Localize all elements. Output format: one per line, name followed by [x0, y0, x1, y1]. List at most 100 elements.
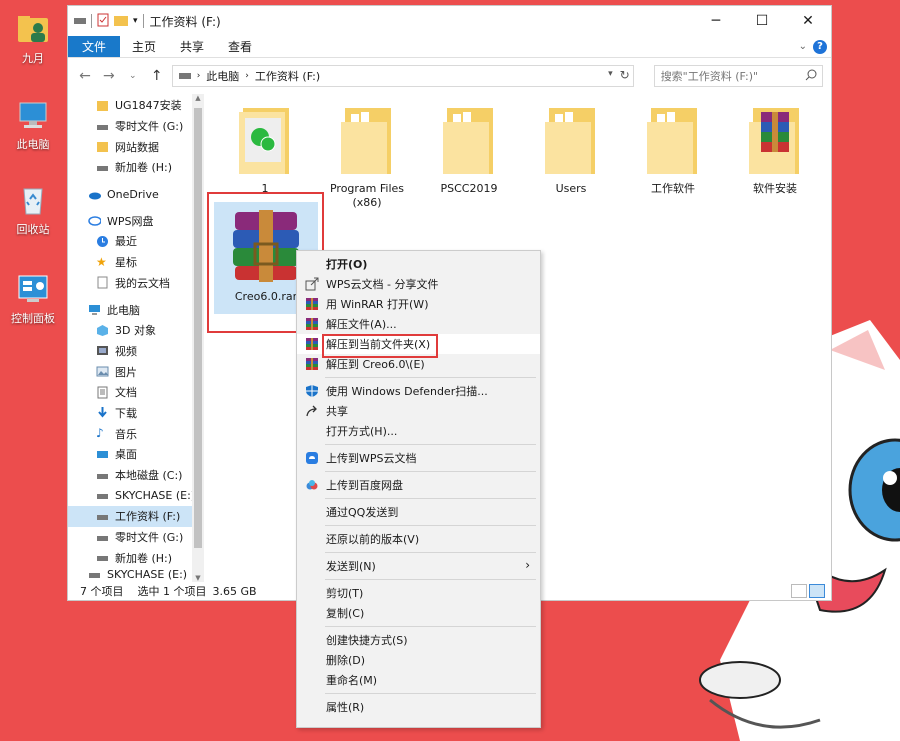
context-menu-item[interactable]: 重命名(M)	[297, 670, 540, 690]
nav-item-drive-f[interactable]: 工作资料 (F:)	[68, 506, 204, 527]
refresh-icon[interactable]: ↻	[620, 68, 630, 82]
nav-item-label: 图片	[115, 365, 137, 379]
nav-item-pictures[interactable]: 图片	[68, 361, 204, 382]
nav-item-drive-g-2[interactable]: 零时文件 (G:)	[68, 527, 204, 548]
context-menu-item[interactable]: 上传到WPS云文档	[297, 448, 540, 468]
back-button[interactable]: ←	[76, 68, 94, 84]
file-tile[interactable]: 工作软件	[630, 104, 716, 196]
cloud-icon	[89, 192, 101, 200]
file-tile[interactable]: 软件安装	[732, 104, 818, 196]
maximize-button[interactable]: ☐	[739, 6, 785, 36]
folder-icon	[643, 104, 703, 178]
desktop-icon-this-pc[interactable]: 此电脑	[4, 98, 62, 152]
context-menu-item[interactable]: 使用 Windows Defender扫描...	[297, 381, 540, 401]
context-menu-item[interactable]: 解压文件(A)...	[297, 314, 540, 334]
nav-item-wps-cloud[interactable]: WPS网盘	[68, 210, 204, 231]
breadcrumb-current-drive[interactable]: 工作资料 (F:)	[255, 68, 320, 84]
context-menu-item[interactable]: 共享	[297, 401, 540, 421]
nav-item-drive-e-2[interactable]: SKYCHASE (E:)	[68, 568, 204, 580]
nav-item-my-cloud-docs[interactable]: 我的云文档	[68, 273, 204, 294]
nav-item-drive-h-2[interactable]: 新加卷 (H:)	[68, 547, 204, 568]
context-menu-item[interactable]: 创建快捷方式(S)	[297, 630, 540, 650]
desktop-icon-control-panel[interactable]: 控制面板	[4, 272, 62, 326]
menu-item-label: 解压到 Creo6.0\(E)	[326, 358, 425, 371]
tab-file[interactable]: 文件	[68, 36, 121, 57]
recycle-bin-icon	[16, 183, 50, 217]
menu-separator	[325, 552, 536, 553]
tab-home[interactable]: 主页	[120, 36, 168, 57]
up-button[interactable]: ↑	[148, 68, 166, 84]
context-menu-item[interactable]: 还原以前的版本(V)	[297, 529, 540, 549]
nav-item-drive-g[interactable]: 零时文件 (G:)	[68, 116, 204, 137]
context-menu-item[interactable]: 通过QQ发送到	[297, 502, 540, 522]
context-menu-item[interactable]: WPS云文档 - 分享文件	[297, 274, 540, 294]
desktop-icon-label: 控制面板	[11, 312, 55, 325]
recent-locations-button[interactable]: ⌄	[124, 71, 142, 81]
context-menu-item[interactable]: 剪切(T)	[297, 583, 540, 603]
context-menu-item[interactable]: 上传到百度网盘	[297, 475, 540, 495]
tab-view[interactable]: 查看	[216, 36, 264, 57]
nav-item-desktop[interactable]: 桌面	[68, 444, 204, 465]
nav-item-videos[interactable]: 视频	[68, 341, 204, 362]
breadcrumb-this-pc[interactable]: 此电脑	[206, 68, 239, 84]
help-icon[interactable]: ?	[813, 39, 827, 54]
chevron-down-icon[interactable]: ⌄	[799, 41, 807, 52]
forward-button[interactable]: →	[100, 68, 118, 84]
context-menu-item[interactable]: 删除(D)	[297, 650, 540, 670]
breadcrumb-separator: ›	[245, 71, 249, 81]
nav-item-website-data[interactable]: 网站数据	[68, 136, 204, 157]
nav-item-ug1847[interactable]: UG1847安装	[68, 95, 204, 116]
nav-item-3d-objects[interactable]: 3D 对象	[68, 320, 204, 341]
menu-item-label: 剪切(T)	[326, 587, 364, 600]
desktop-icon-recycle-bin[interactable]: 回收站	[4, 183, 62, 237]
context-menu-item[interactable]: 打开(O)	[297, 254, 540, 274]
menu-item-label: 通过QQ发送到	[326, 506, 399, 519]
folder-icon	[337, 104, 397, 178]
large-icons-view-button[interactable]	[809, 584, 825, 598]
nav-item-starred[interactable]: ★ 星标	[68, 252, 204, 273]
chevron-down-icon[interactable]: ▾	[133, 16, 138, 26]
nav-item-recent[interactable]: 最近	[68, 231, 204, 252]
context-menu-item[interactable]: 属性(R)	[297, 697, 540, 717]
chevron-down-icon[interactable]: ▾	[608, 69, 613, 79]
context-menu-item[interactable]: 用 WinRAR 打开(W)	[297, 294, 540, 314]
nav-item-drive-c[interactable]: 本地磁盘 (C:)	[68, 465, 204, 486]
new-folder-icon[interactable]	[114, 14, 128, 29]
nav-item-label: 网站数据	[115, 140, 159, 154]
nav-item-this-pc[interactable]: 此电脑	[68, 299, 204, 320]
nav-item-documents[interactable]: 文档	[68, 382, 204, 403]
tab-share[interactable]: 共享	[168, 36, 216, 57]
context-menu-item[interactable]: 复制(C)	[297, 603, 540, 623]
pictures-icon	[96, 366, 109, 377]
menu-separator	[325, 377, 536, 378]
context-menu: 打开(O) WPS云文档 - 分享文件用 WinRAR 打开(W) 解压文件(A).…	[296, 250, 541, 728]
search-input[interactable]: 搜索"工作资料 (F:)"	[653, 65, 823, 87]
desktop-icon-label: 回收站	[16, 223, 50, 236]
folder-icon	[97, 142, 108, 153]
nav-item-label: 文档	[115, 386, 137, 400]
context-menu-item[interactable]: 发送到(N) ›	[297, 556, 540, 576]
file-tile[interactable]: 1	[222, 104, 308, 196]
minimize-button[interactable]: ─	[693, 6, 739, 36]
menu-separator	[325, 579, 536, 580]
nav-item-downloads[interactable]: 下载	[68, 403, 204, 424]
context-menu-item[interactable]: 打开方式(H)...	[297, 421, 540, 441]
nav-item-drive-e[interactable]: SKYCHASE (E:)	[68, 485, 204, 506]
file-tile[interactable]: PSCC2019	[426, 104, 512, 196]
nav-item-drive-h[interactable]: 新加卷 (H:)	[68, 157, 204, 178]
details-view-button[interactable]	[791, 584, 807, 598]
address-bar[interactable]: › 此电脑 › 工作资料 (F:) ▾ ↻	[171, 65, 634, 87]
desktop-icon-user-folder[interactable]: 九月	[4, 12, 62, 66]
documents-icon	[97, 386, 108, 399]
properties-icon[interactable]	[97, 13, 109, 30]
nav-item-music[interactable]: ♪ 音乐	[68, 423, 204, 444]
menu-item-label: 重命名(M)	[326, 674, 378, 687]
nav-item-onedrive[interactable]: OneDrive	[68, 184, 204, 205]
annotation-box-extract-here	[322, 334, 438, 358]
nav-scrollbar[interactable]: ▲ ▼	[192, 94, 204, 582]
file-tile[interactable]: Program Files (x86)	[324, 104, 410, 210]
file-tile[interactable]: Users	[528, 104, 614, 196]
close-button[interactable]: ✕	[785, 6, 831, 36]
nav-item-label: 星标	[115, 256, 137, 270]
nav-item-label: UG1847安装	[115, 99, 182, 113]
